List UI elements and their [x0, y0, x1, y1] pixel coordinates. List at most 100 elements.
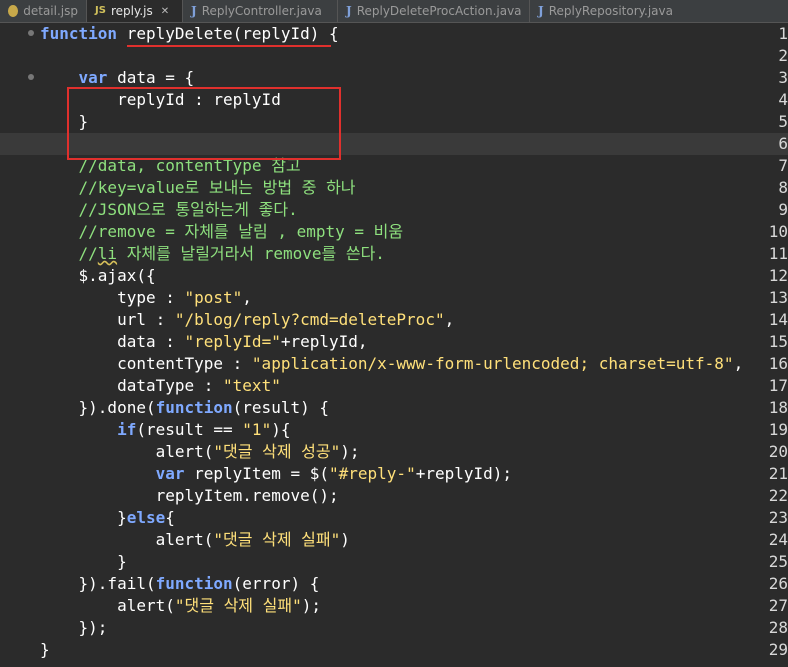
line-number: 13 [768, 288, 788, 307]
line-number: 18 [768, 398, 788, 417]
code-text: ){ [271, 420, 291, 439]
line-number: 6 [778, 134, 788, 153]
code-text: , [444, 310, 455, 329]
code-line-10: 10 //remove = 자체를 날림 , empty = 비움 [0, 221, 788, 243]
line-number: 17 [768, 376, 788, 395]
tab-label: ReplyDeleteProcAction.java [356, 4, 522, 18]
string-literal: "댓글 삭제 실패" [213, 530, 341, 549]
close-icon[interactable]: ✕ [161, 6, 169, 17]
red-box-annotation [67, 87, 341, 160]
tab-detail-jsp[interactable]: detail.jsp [0, 0, 86, 22]
comment-part: 자체를 날릴거라서 remove를 쓴다. [117, 244, 385, 263]
code-line-17: 17 dataType : "text" [0, 375, 788, 397]
code-text: { [165, 508, 175, 527]
java-file-icon: J [538, 4, 544, 18]
java-file-icon: J [191, 4, 197, 18]
code-line-20: 20 alert("댓글 삭제 성공"); [0, 441, 788, 463]
code-text: , [733, 354, 744, 373]
code-text: replyDelete(replyId) { [117, 24, 339, 43]
comment: //li 자체를 날릴거라서 remove를 쓴다. [40, 243, 385, 265]
code-line-12: 12 $.ajax({ [0, 265, 788, 287]
code-text: ) [340, 530, 350, 549]
jsp-file-icon [8, 5, 19, 17]
code-editor[interactable]: 1 function replyDelete(replyId) { 2 3 va… [0, 23, 788, 667]
line-number: 20 [768, 442, 788, 461]
code-text: } [40, 640, 50, 659]
code-text: } [40, 508, 127, 527]
code-line-24: 24 alert("댓글 삭제 실패") [0, 529, 788, 551]
string-literal: "replyId=" [184, 332, 281, 351]
code-text: replyItem = $( [184, 464, 329, 483]
code-line-9: 9 //JSON으로 통일하는게 좋다. [0, 199, 788, 221]
code-line-19: 19 if(result == "1"){ [0, 419, 788, 441]
string-literal: "post" [184, 288, 243, 307]
fold-icon[interactable] [28, 30, 34, 36]
tab-reply-controller[interactable]: J ReplyController.java [182, 0, 337, 22]
string-literal: "댓글 삭제 성공" [213, 442, 341, 461]
line-number: 15 [768, 332, 788, 351]
code-text: ); [301, 596, 321, 615]
code-line-26: 26 }).fail(function(error) { [0, 573, 788, 595]
code-text: alert( [40, 596, 175, 615]
code-text: (result == [136, 420, 243, 439]
keyword: var [155, 464, 185, 483]
tab-label: ReplyRepository.java [548, 4, 673, 18]
code-line-14: 14 url : "/blog/reply?cmd=deleteProc", [0, 309, 788, 331]
line-number: 1 [778, 24, 788, 43]
line-number: 27 [768, 596, 788, 615]
comment: //remove = 자체를 날림 , empty = 비움 [40, 222, 404, 241]
spell-check-underline: li [97, 244, 118, 263]
line-number: 2 [778, 46, 788, 65]
comment-part: // [40, 244, 98, 263]
code-line-13: 13 type : "post", [0, 287, 788, 309]
code-line-25: 25 } [0, 551, 788, 573]
keyword: if [117, 420, 137, 439]
code-text: url : [40, 310, 175, 329]
code-text: }).done( [40, 398, 156, 417]
code-line-15: 15 data : "replyId="+replyId, [0, 331, 788, 353]
editor-tab-bar: detail.jsp JS reply.js ✕ J ReplyControll… [0, 0, 788, 23]
code-line-28: 28 }); [0, 617, 788, 639]
java-file-icon: J [346, 4, 352, 18]
keyword: function [40, 24, 118, 43]
comment: //key=value로 보내는 방법 중 하나 [40, 178, 356, 197]
code-line-11: 11 //li 자체를 날릴거라서 remove를 쓴다. [0, 243, 788, 265]
code-line-1: 1 function replyDelete(replyId) { [0, 23, 788, 45]
code-text: type : [40, 288, 185, 307]
tab-reply-delete-proc-action[interactable]: J ReplyDeleteProcAction.java [337, 0, 529, 22]
keyword: function [155, 574, 233, 593]
keyword: else [126, 508, 166, 527]
code-text: data : [40, 332, 185, 351]
tab-reply-js[interactable]: JS reply.js ✕ [86, 0, 182, 22]
line-number: 16 [768, 354, 788, 373]
code-line-18: 18 }).done(function(result) { [0, 397, 788, 419]
string-literal: "/blog/reply?cmd=deleteProc" [174, 310, 445, 329]
code-line-16: 16 contentType : "application/x-www-form… [0, 353, 788, 375]
line-number: 19 [768, 420, 788, 439]
tab-label: reply.js [110, 4, 153, 18]
line-number: 29 [768, 640, 788, 659]
js-file-icon: JS [95, 5, 106, 16]
code-line-22: 22 replyItem.remove(); [0, 485, 788, 507]
line-number: 8 [778, 178, 788, 197]
keyword: function [155, 398, 233, 417]
string-literal: "application/x-www-form-urlencoded; char… [251, 354, 734, 373]
line-number: 25 [768, 552, 788, 571]
code-text: +replyId); [415, 464, 513, 483]
code-line-2: 2 [0, 45, 788, 67]
red-underline-annotation [127, 45, 331, 47]
code-text: ); [340, 442, 360, 461]
code-text: } [40, 552, 127, 571]
fold-icon[interactable] [28, 74, 34, 80]
code-text: (error) { [232, 574, 320, 593]
code-text: replyItem.remove(); [40, 486, 339, 505]
code-text: contentType : [40, 354, 252, 373]
tab-label: ReplyController.java [201, 4, 322, 18]
tab-label: detail.jsp [23, 4, 78, 18]
line-number: 9 [778, 200, 788, 219]
code-text: +replyId, [280, 332, 368, 351]
tab-reply-repository[interactable]: J ReplyRepository.java [529, 0, 689, 22]
